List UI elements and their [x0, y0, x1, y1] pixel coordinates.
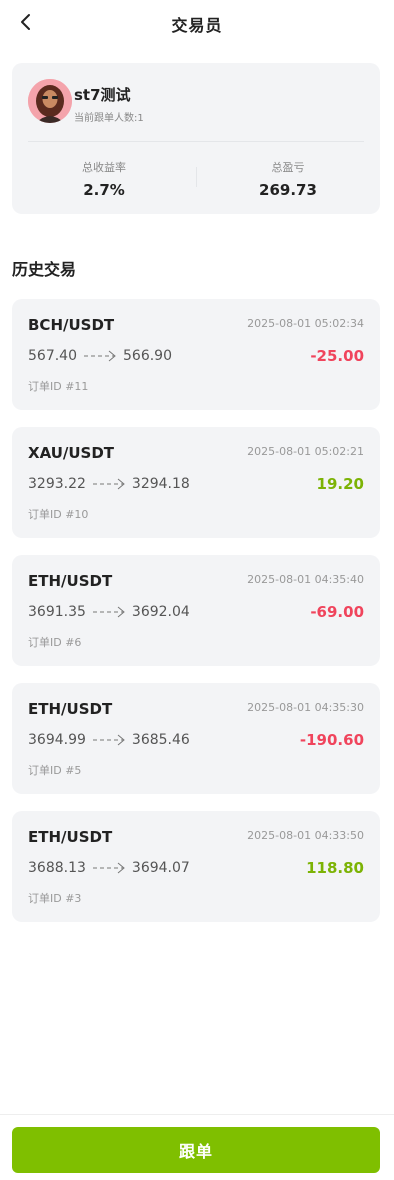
trader-name: st7测试 [74, 86, 131, 104]
trade-history-list: BCH/USDT 2025-08-01 05:02:34 567.40 566.… [12, 299, 380, 939]
divider [0, 1114, 394, 1115]
trade-pair: ETH/USDT [28, 828, 113, 846]
back-button[interactable] [14, 10, 38, 34]
close-price: 3294.18 [131, 476, 190, 492]
trade-time: 2025-08-01 04:35:40 [247, 573, 364, 586]
arrow-right-icon [92, 862, 125, 874]
total-yield-label: 总收益率 [82, 161, 126, 174]
order-id: 订单ID #3 [28, 892, 82, 905]
total-yield-stat: 总收益率 2.7% [12, 159, 196, 199]
trader-profile-card: st7测试 当前跟单人数:1 总收益率 2.7% 总盈亏 269.73 [12, 63, 380, 214]
trade-card[interactable]: XAU/USDT 2025-08-01 05:02:21 3293.22 329… [12, 427, 380, 538]
close-price: 3685.46 [131, 732, 190, 748]
close-price: 3694.07 [131, 860, 190, 876]
arrow-right-icon [92, 606, 125, 618]
order-id: 订单ID #10 [28, 508, 89, 521]
order-id: 订单ID #6 [28, 636, 82, 649]
trader-page: 交易员 st7测试 当前跟单人数:1 总收益率 2.7% 总盈亏 269.73 … [0, 0, 394, 1180]
total-pnl-stat: 总盈亏 269.73 [196, 159, 380, 199]
arrow-right-icon [84, 350, 116, 362]
open-price: 3688.13 [28, 860, 86, 876]
chevron-left-icon [21, 14, 30, 30]
trade-prices: 3293.22 3294.18 [28, 476, 190, 492]
trade-pair: ETH/USDT [28, 572, 113, 590]
arrow-right-icon [92, 478, 125, 490]
trade-pair: ETH/USDT [28, 700, 113, 718]
trade-prices: 3691.35 3692.04 [28, 604, 190, 620]
follow-trade-button[interactable]: 跟单 [12, 1127, 380, 1173]
trade-card[interactable]: BCH/USDT 2025-08-01 05:02:34 567.40 566.… [12, 299, 380, 410]
trade-time: 2025-08-01 05:02:34 [247, 317, 364, 330]
trade-prices: 3688.13 3694.07 [28, 860, 190, 876]
total-yield-value: 2.7% [83, 181, 125, 199]
trade-time: 2025-08-01 04:35:30 [247, 701, 364, 714]
arrow-right-icon [92, 734, 125, 746]
order-id: 订单ID #5 [28, 764, 82, 777]
close-price: 566.90 [123, 348, 172, 364]
trade-card[interactable]: ETH/USDT 2025-08-01 04:33:50 3688.13 369… [12, 811, 380, 922]
header: 交易员 [0, 0, 394, 48]
open-price: 3691.35 [28, 604, 86, 620]
page-title: 交易员 [171, 16, 223, 35]
section-title: 历史交易 [12, 260, 77, 279]
trade-prices: 3694.99 3685.46 [28, 732, 190, 748]
trade-pnl: 118.80 [306, 859, 364, 877]
trade-pnl: 19.20 [316, 475, 364, 493]
trade-time: 2025-08-01 05:02:21 [247, 445, 364, 458]
trade-time: 2025-08-01 04:33:50 [247, 829, 364, 842]
avatar [28, 79, 72, 123]
open-price: 567.40 [28, 348, 77, 364]
trade-pair: XAU/USDT [28, 444, 115, 462]
close-price: 3692.04 [131, 604, 190, 620]
trade-card[interactable]: ETH/USDT 2025-08-01 04:35:30 3694.99 368… [12, 683, 380, 794]
trade-pnl: -25.00 [310, 347, 364, 365]
total-pnl-value: 269.73 [259, 181, 317, 199]
order-id: 订单ID #11 [28, 380, 89, 393]
trade-pair: BCH/USDT [28, 316, 115, 334]
trade-prices: 567.40 566.90 [28, 348, 172, 364]
follower-count: 当前跟单人数:1 [74, 113, 144, 124]
trade-pnl: -190.60 [299, 731, 364, 749]
total-pnl-label: 总盈亏 [271, 161, 305, 174]
open-price: 3293.22 [28, 476, 86, 492]
divider [28, 141, 364, 142]
trade-card[interactable]: ETH/USDT 2025-08-01 04:35:40 3691.35 369… [12, 555, 380, 666]
trade-pnl: -69.00 [310, 603, 364, 621]
open-price: 3694.99 [28, 732, 86, 748]
